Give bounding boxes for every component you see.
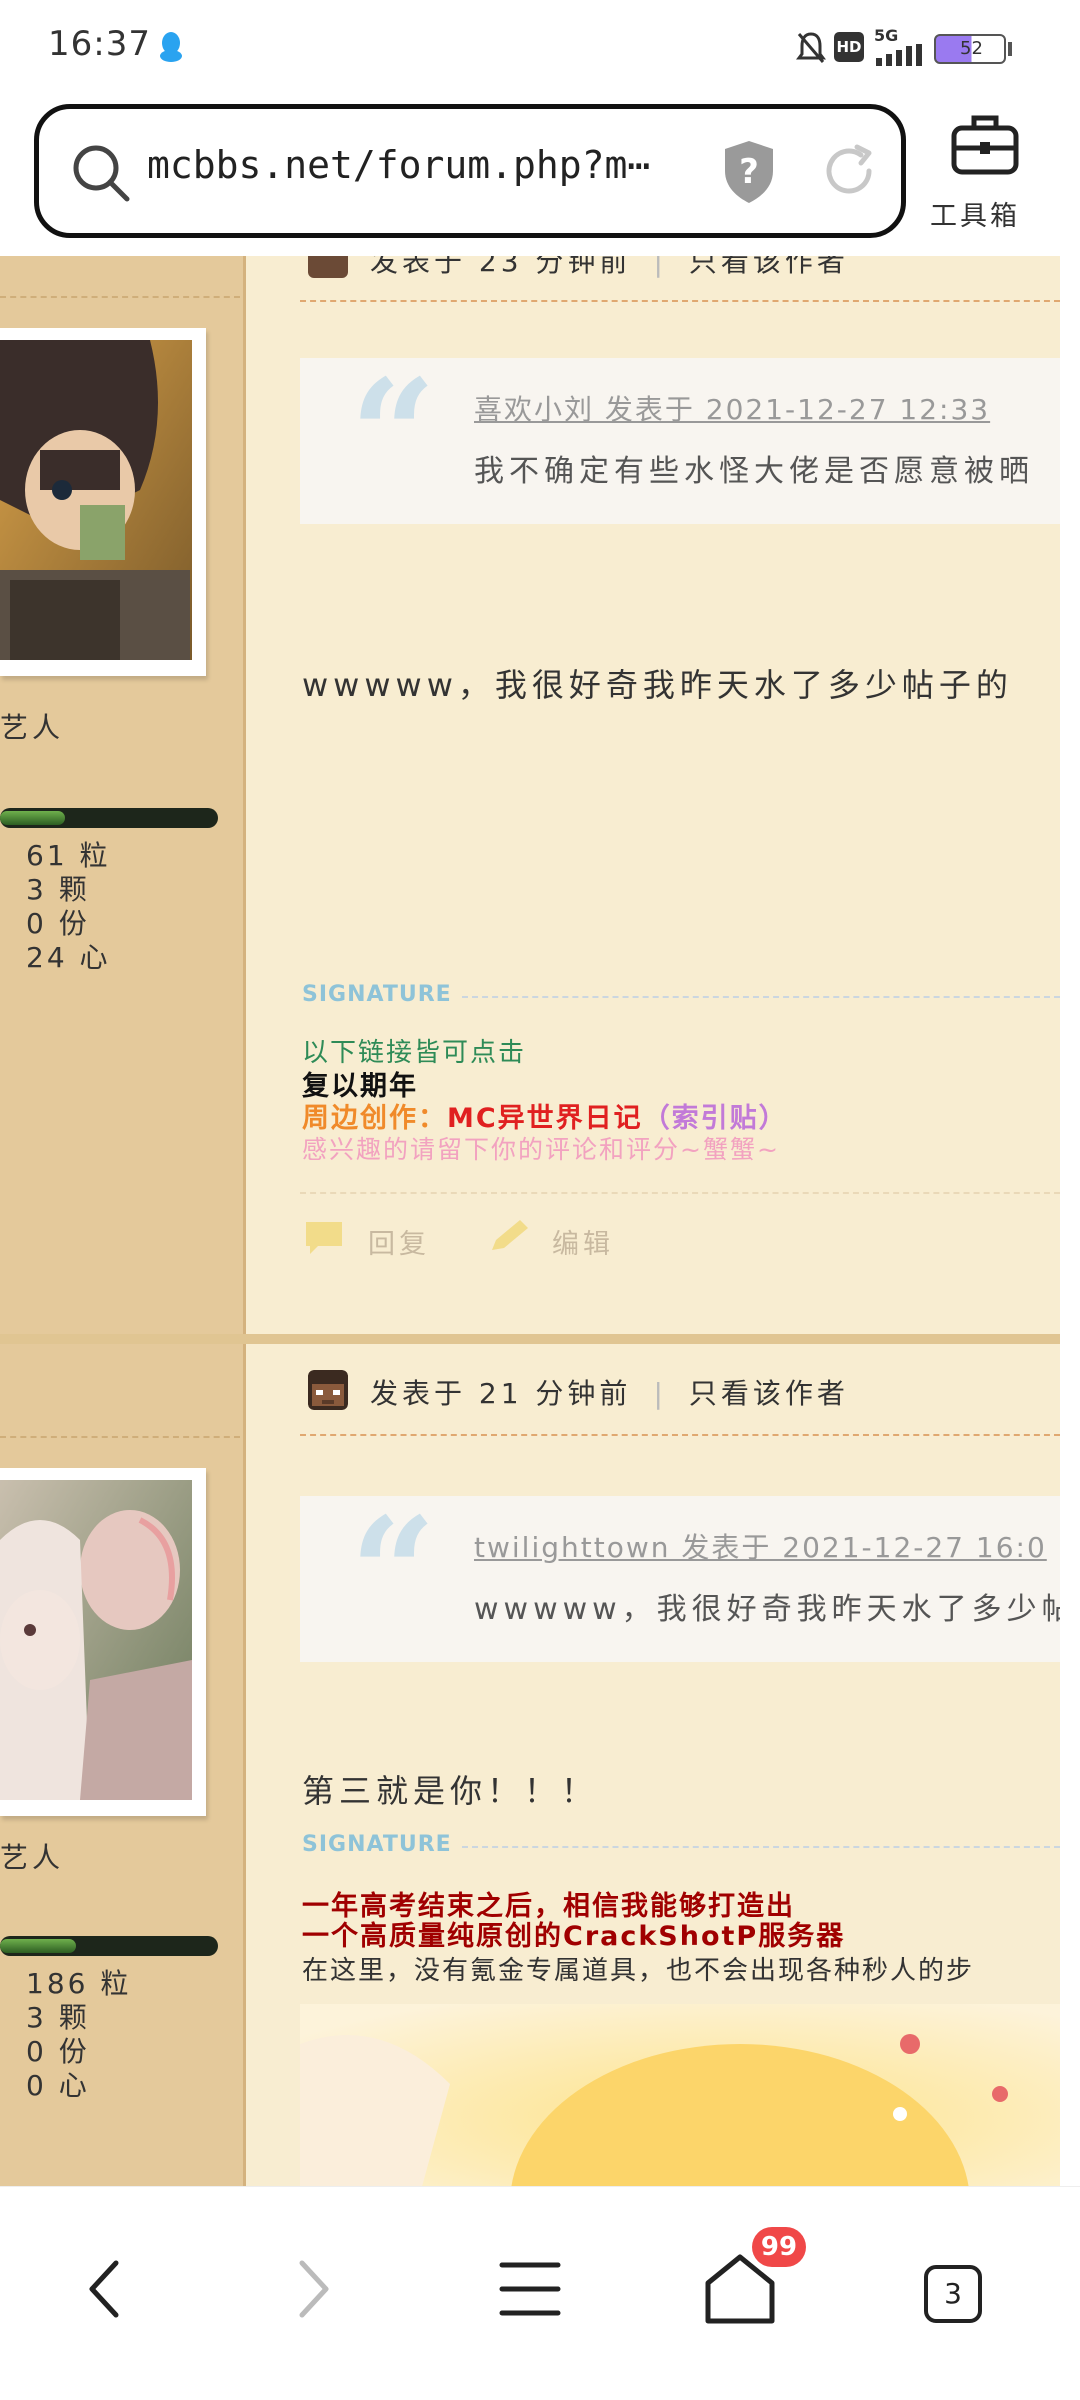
hd-icon: HD	[834, 32, 864, 62]
signal-5g-icon: 5G	[874, 26, 924, 66]
post-meta-divider	[300, 1434, 1060, 1436]
toolbox-label: 工具箱	[930, 201, 1020, 232]
quote-block: “ twilighttown 发表于 2021-12-27 16:0 wwwww…	[300, 1496, 1060, 1662]
signature-text: 一个高质量纯原创的CrackShotP服务器	[302, 1921, 846, 1952]
quote-author-link[interactable]: 喜欢小刘 发表于 2021-12-27 12:33	[474, 388, 990, 428]
signature-divider	[462, 996, 1060, 998]
user-avatar[interactable]	[0, 328, 206, 676]
browser-bottom-nav: 99 3	[0, 2186, 1080, 2400]
post-divider	[0, 1334, 1060, 1344]
user-rank: 艺人	[0, 1841, 65, 1874]
signature-text: 在这里，没有氪金专属道具，也不会出现各种秒人的步	[302, 1956, 975, 1986]
edit-button[interactable]: 编辑	[486, 1218, 726, 1268]
poster-avatar-icon	[308, 1370, 348, 1410]
forum-page: 艺人 61 粒 3 颗 0 份 24 心 发表于 23 分钟前 | 只看该作者 “ …	[0, 256, 1060, 2186]
post-body: wwwww，我很好奇我昨天水了多少帖子的	[302, 666, 1013, 704]
post-meta-divider	[300, 300, 1060, 302]
back-arrow-icon[interactable]	[44, 2227, 164, 2347]
svg-text:?: ?	[739, 152, 759, 192]
edit-label: 编辑	[552, 1229, 614, 1260]
only-author-link[interactable]: 只看该作者	[689, 256, 849, 278]
signature-line: 感兴趣的请留下你的评论和评分~蟹蟹~	[302, 1130, 780, 1166]
avatar-image	[0, 340, 192, 660]
signature-label: SIGNATURE	[302, 982, 452, 1007]
avatar-image	[0, 1480, 192, 1800]
signature-label: SIGNATURE	[302, 1832, 452, 1857]
post-meta: 发表于 23 分钟前 | 只看该作者	[370, 256, 849, 280]
qq-penguin-icon	[160, 32, 182, 62]
edit-pencil-icon	[492, 1220, 528, 1250]
sidebar-separator	[0, 296, 240, 298]
user-avatar[interactable]	[0, 1468, 206, 1816]
reply-icon	[306, 1222, 342, 1254]
post-body: 第三就是你！！！	[302, 1772, 599, 1810]
experience-fill	[0, 811, 66, 825]
quote-text: wwwww，我很好奇我昨天水了多少帖	[474, 1592, 1060, 1627]
refresh-icon[interactable]	[817, 139, 881, 203]
signature-text: 感兴趣的请留下你的评论和评分~蟹蟹~	[302, 1135, 780, 1164]
post-footer-divider	[300, 1192, 1060, 1194]
reply-label: 回复	[368, 1229, 430, 1260]
security-shield-icon[interactable]: ?	[719, 137, 779, 207]
post-time: 发表于 21 分钟前	[370, 1377, 632, 1410]
quote-block: “ 喜欢小刘 发表于 2021-12-27 12:33 我不确定有些水怪大佬是否…	[300, 358, 1060, 524]
signature-divider	[462, 1846, 1060, 1848]
quote-mark-icon: “	[350, 1496, 437, 1661]
home-notification-badge: 99	[752, 2227, 806, 2267]
experience-fill	[0, 1939, 77, 1953]
post-time: 发表于 23 分钟前	[370, 256, 632, 278]
status-time: 16:37	[48, 24, 151, 64]
experience-bar	[0, 1936, 218, 1956]
quote-author-link[interactable]: twilighttown 发表于 2021-12-27 16:0	[474, 1526, 1047, 1566]
mute-bell-icon	[796, 32, 826, 63]
user-stat: 24 心	[26, 941, 111, 974]
status-bar: 16:37 HD 5G 52	[0, 0, 1080, 96]
search-icon	[73, 145, 130, 202]
tab-count-button[interactable]: 3	[924, 2265, 982, 2323]
url-text[interactable]: mcbbs.net/forum.php?m⋯	[147, 143, 650, 187]
quote-mark-icon: “	[350, 358, 437, 523]
forward-arrow-icon[interactable]	[254, 2227, 374, 2347]
poster-avatar-icon	[308, 256, 348, 278]
signature-line: 一个高质量纯原创的CrackShotP服务器	[302, 1914, 845, 1953]
battery-tip	[1008, 42, 1012, 56]
scrollbar-track	[1060, 256, 1080, 2186]
address-bar[interactable]: mcbbs.net/forum.php?m⋯ ?	[34, 104, 906, 238]
battery-icon: 52	[934, 34, 1006, 64]
experience-bar	[0, 808, 218, 828]
only-author-link[interactable]: 只看该作者	[689, 1377, 849, 1410]
post-meta: 发表于 21 分钟前 | 只看该作者	[370, 1377, 849, 1410]
browser-toolbar: mcbbs.net/forum.php?m⋯ ? 工具箱	[0, 96, 1080, 256]
toolbox-button[interactable]: 工具箱	[924, 106, 1064, 236]
signature-line: 在这里，没有氪金专属道具，也不会出现各种秒人的步	[302, 1950, 974, 1987]
sidebar-separator	[0, 1436, 240, 1438]
signature-banner-image	[300, 2004, 1060, 2186]
user-rank: 艺人	[0, 711, 65, 744]
toolbox-icon	[951, 115, 1019, 175]
user-stat: 0 心	[26, 2069, 90, 2102]
menu-icon[interactable]	[470, 2227, 590, 2347]
quote-text: 我不确定有些水怪大佬是否愿意被晒	[474, 454, 1034, 489]
